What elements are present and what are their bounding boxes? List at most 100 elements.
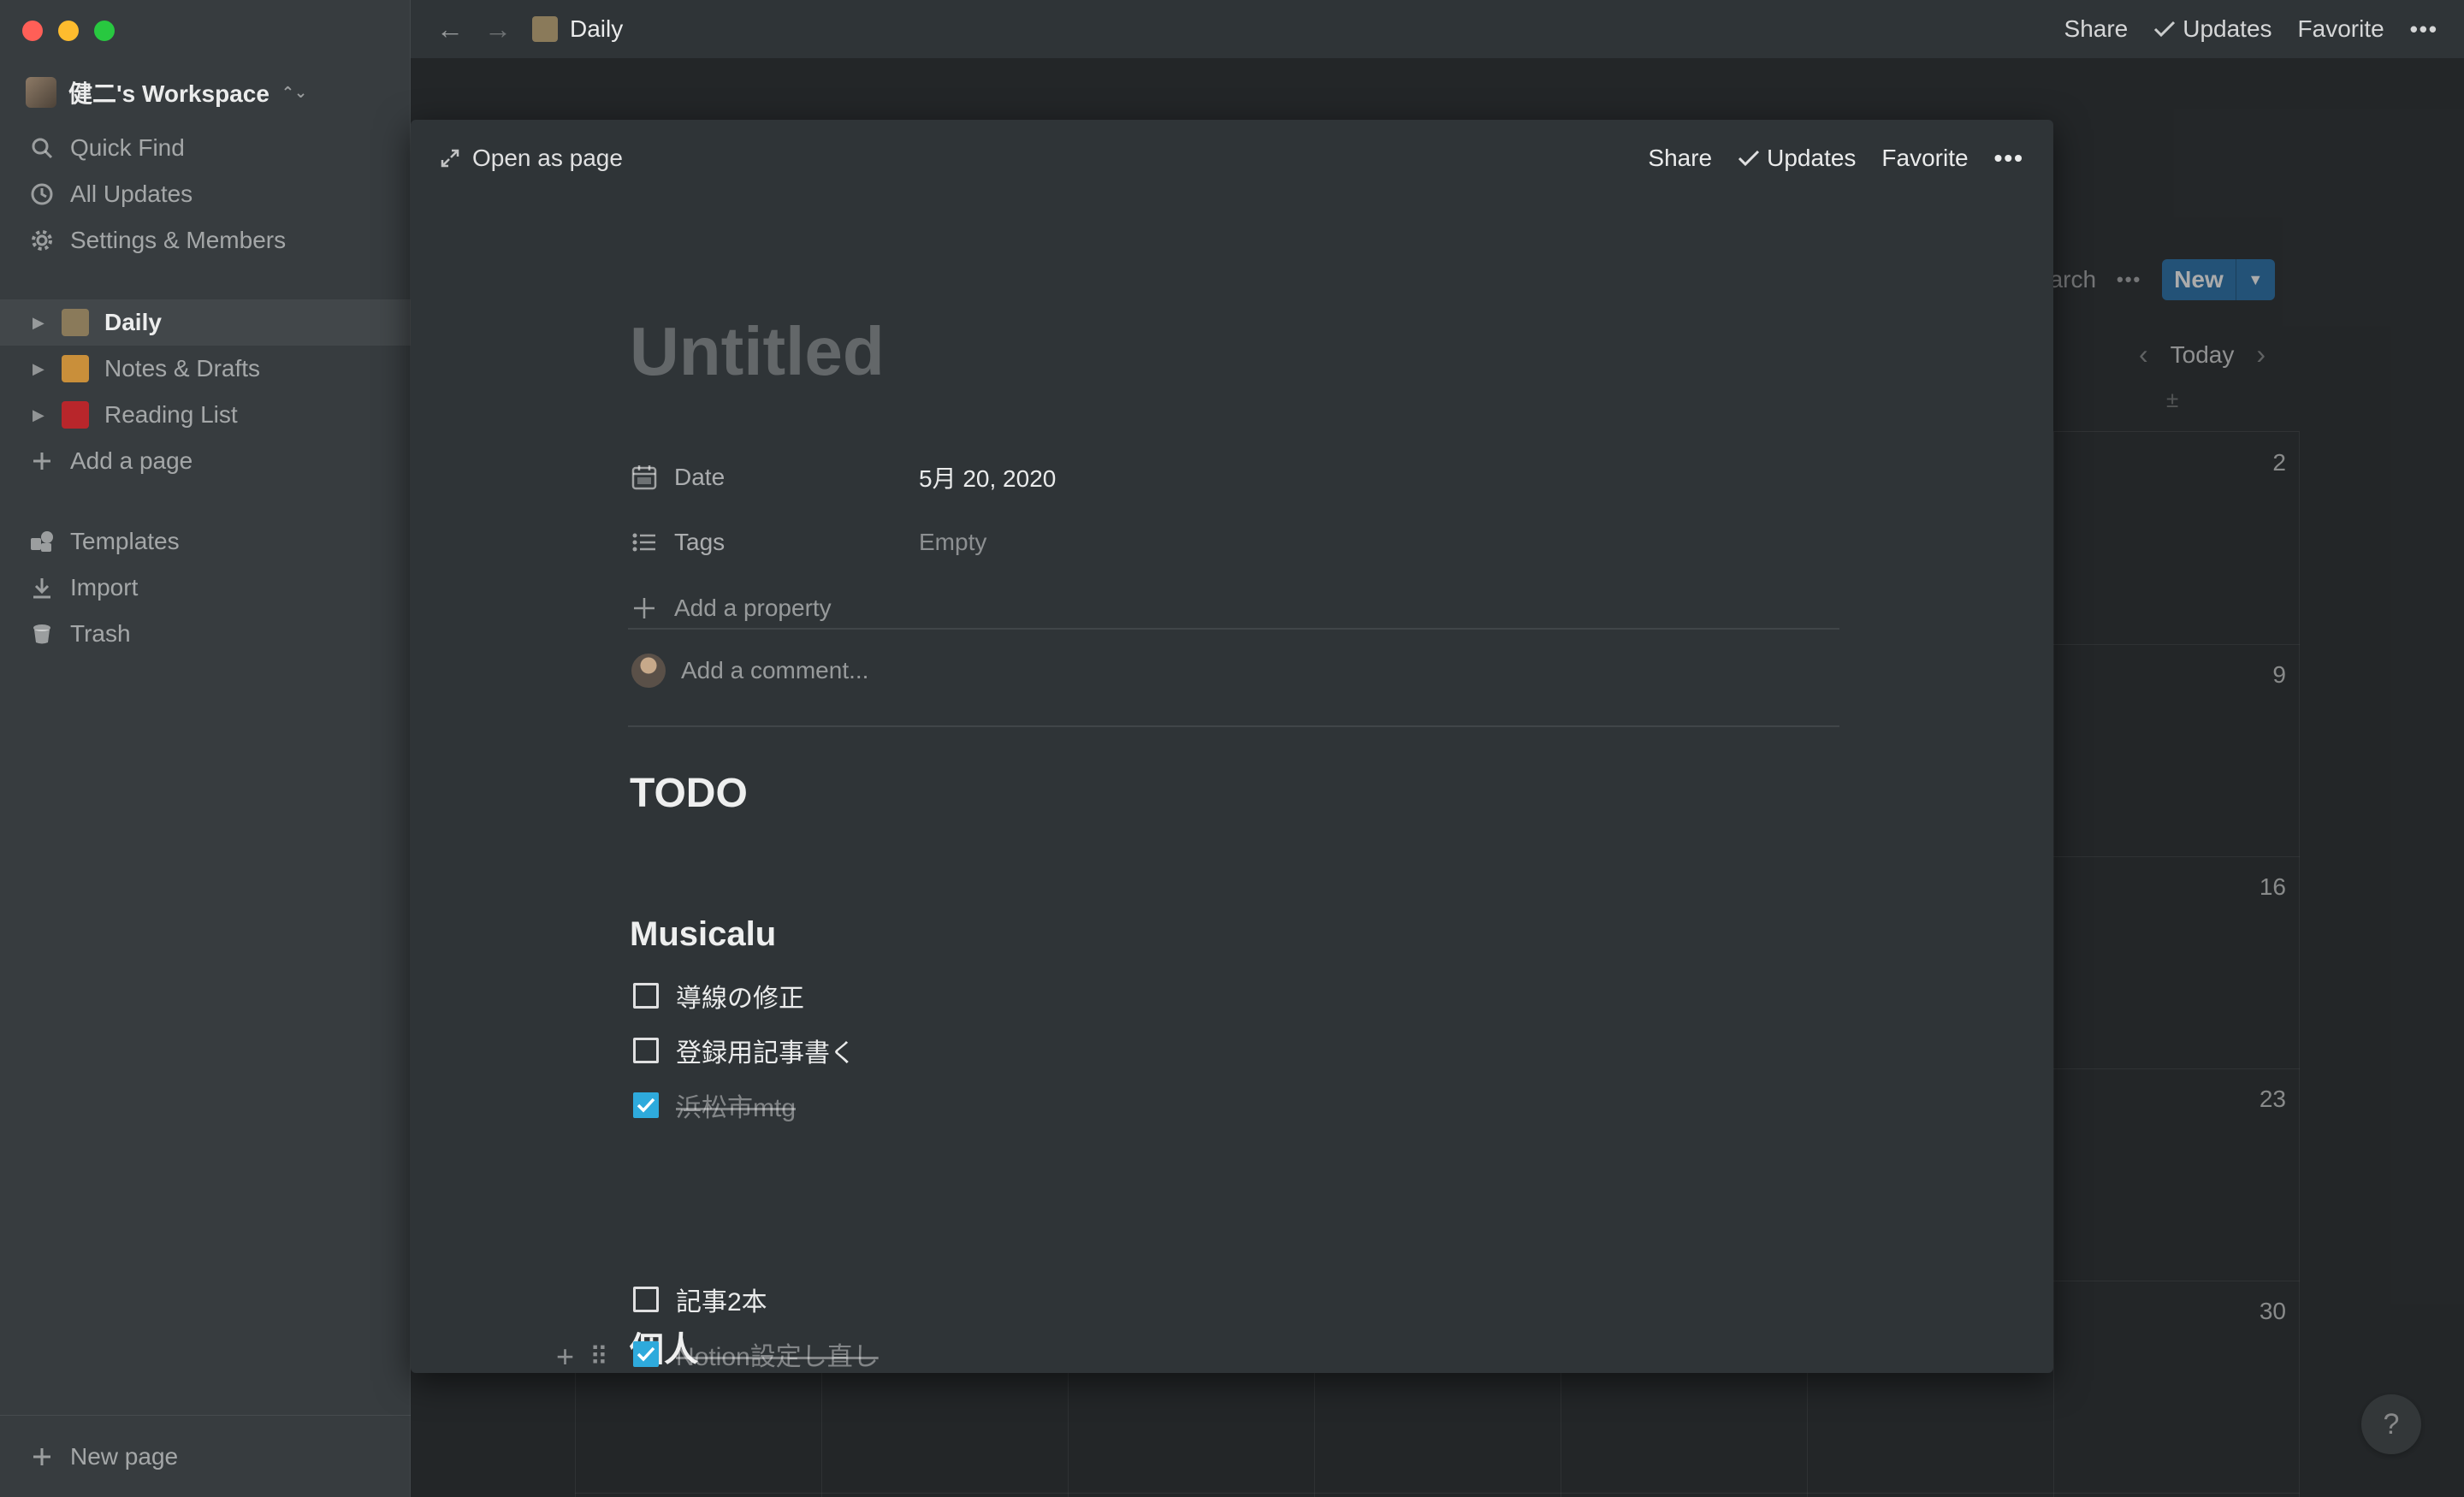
share-button[interactable]: Share bbox=[1648, 145, 1712, 172]
todo-text[interactable]: 導線の修正 bbox=[676, 977, 804, 1015]
favorite-button[interactable]: Favorite bbox=[1881, 145, 1968, 172]
sidebar-item-all-updates[interactable]: All Updates bbox=[0, 171, 411, 217]
page-title[interactable]: Untitled bbox=[630, 312, 885, 391]
history-nav: ← → bbox=[436, 14, 512, 45]
checkmark-icon bbox=[637, 1346, 655, 1362]
search-icon bbox=[27, 133, 56, 163]
checkbox[interactable] bbox=[633, 1341, 659, 1367]
add-property-label: Add a property bbox=[674, 595, 832, 621]
add-property: Add a property bbox=[630, 594, 832, 623]
heading-todo[interactable]: TODO bbox=[630, 770, 748, 817]
plus-icon bbox=[27, 1442, 56, 1471]
open-as-page-label: Open as page bbox=[472, 145, 623, 171]
sidebar-item-quick-find[interactable]: Quick Find bbox=[0, 125, 411, 171]
property-label: Date bbox=[674, 464, 726, 490]
plus-icon bbox=[634, 598, 654, 618]
breadcrumb-label: Daily bbox=[570, 15, 624, 42]
checkbox[interactable] bbox=[633, 983, 659, 1009]
plus-icon[interactable]: + bbox=[556, 1339, 574, 1373]
sidebar-top-items: Quick Find All Updates Settings & Member… bbox=[0, 125, 411, 263]
expand-triangle-icon[interactable]: ▶ bbox=[33, 360, 46, 378]
todo-text[interactable]: Notion設定し直し bbox=[676, 1335, 879, 1373]
expand-arrows-icon bbox=[441, 149, 459, 168]
divider bbox=[628, 628, 1839, 630]
favorite-button[interactable]: Favorite bbox=[2298, 15, 2384, 43]
drag-handle-icon[interactable]: ⠿ bbox=[589, 1342, 608, 1372]
add-page-label: Add a page bbox=[70, 447, 193, 474]
import-icon bbox=[27, 573, 56, 602]
property-value[interactable]: 5月 20, 2020 bbox=[919, 460, 1056, 494]
open-as-page-button[interactable]: Open as page bbox=[440, 145, 623, 172]
workspace-switcher[interactable]: 健二's Workspace ⌃⌄ bbox=[26, 75, 307, 109]
todo-text[interactable]: 記事2本 bbox=[676, 1281, 767, 1318]
sidebar-item-label: All Updates bbox=[70, 180, 193, 207]
page-peek-modal: Open as page Share Updates Favorite ••• … bbox=[411, 120, 2053, 1373]
more-options-icon[interactable]: ••• bbox=[1994, 145, 2024, 172]
expand-triangle-icon[interactable]: ▶ bbox=[33, 406, 46, 424]
sidebar-item-import[interactable]: Import bbox=[0, 565, 411, 611]
zoom-window-button[interactable] bbox=[94, 21, 115, 41]
sidebar-item-daily[interactable]: ▶ Daily bbox=[0, 299, 411, 346]
comment-placeholder: Add a comment... bbox=[681, 657, 869, 683]
sidebar-item-templates[interactable]: Templates bbox=[0, 518, 411, 565]
checkmark-icon bbox=[2154, 21, 2176, 38]
todo-item[interactable]: 記事2本 bbox=[633, 1278, 767, 1321]
todo-text[interactable]: 登録用記事書く bbox=[676, 1032, 856, 1069]
property-name: Tags bbox=[630, 528, 919, 557]
todo-item[interactable]: 浜松市mtg bbox=[633, 1084, 796, 1127]
calendar-icon bbox=[631, 465, 657, 490]
property-name: Date bbox=[630, 463, 919, 492]
divider bbox=[628, 725, 1839, 727]
sidebar-item-trash[interactable]: Trash bbox=[0, 611, 411, 657]
new-page-button[interactable]: New page bbox=[0, 1415, 411, 1497]
trash-icon bbox=[27, 619, 56, 648]
sidebar-item-label: Templates bbox=[70, 528, 180, 554]
checkbox[interactable] bbox=[633, 1038, 659, 1063]
property-date[interactable]: Date 5月 20, 2020 bbox=[630, 456, 1056, 499]
add-page-button[interactable]: Add a page bbox=[0, 438, 411, 484]
sidebar-item-notes-drafts[interactable]: ▶ Notes & Drafts bbox=[0, 346, 411, 392]
sidebar-item-label: Settings & Members bbox=[70, 227, 287, 253]
sidebar-item-reading-list[interactable]: ▶ Reading List bbox=[0, 392, 411, 438]
expand-triangle-icon[interactable]: ▶ bbox=[33, 314, 46, 332]
todo-text[interactable]: 浜松市mtg bbox=[676, 1086, 796, 1124]
todo-item[interactable]: Notion設定し直し bbox=[633, 1333, 879, 1373]
red-book-icon bbox=[62, 401, 89, 429]
property-tags[interactable]: Tags Empty bbox=[630, 521, 986, 564]
more-options-icon[interactable]: ••• bbox=[2410, 16, 2438, 43]
sidebar-item-label: Reading List bbox=[104, 401, 238, 428]
sidebar-bottom-items: Templates Import Trash bbox=[0, 518, 411, 657]
writing-hand-icon bbox=[62, 355, 89, 382]
memo-icon bbox=[532, 16, 558, 42]
sidebar-item-label: Trash bbox=[70, 620, 131, 647]
block-handle: + ⠿ bbox=[556, 1339, 608, 1373]
sidebar-item-label: Quick Find bbox=[70, 134, 185, 161]
breadcrumb[interactable]: Daily bbox=[532, 15, 623, 43]
list-icon bbox=[632, 533, 655, 552]
updates-button[interactable]: Updates bbox=[1738, 145, 1856, 172]
checkbox[interactable] bbox=[633, 1287, 659, 1312]
new-page-label: New page bbox=[70, 1442, 179, 1470]
comment-input[interactable]: Add a comment... bbox=[631, 654, 868, 688]
share-button[interactable]: Share bbox=[2064, 15, 2129, 43]
todo-item[interactable]: 導線の修正 bbox=[633, 974, 804, 1017]
gear-icon bbox=[27, 226, 56, 255]
close-window-button[interactable] bbox=[22, 21, 43, 41]
clock-icon bbox=[27, 180, 56, 209]
property-value[interactable]: Empty bbox=[919, 529, 986, 556]
property-label: Tags bbox=[674, 529, 726, 555]
add-property-button[interactable]: Add a property bbox=[630, 587, 832, 630]
memo-icon bbox=[62, 309, 89, 336]
forward-arrow-icon[interactable]: → bbox=[484, 14, 512, 45]
checkbox[interactable] bbox=[633, 1092, 659, 1118]
updates-label: Updates bbox=[2183, 15, 2272, 42]
todo-item[interactable]: 登録用記事書く bbox=[633, 1029, 856, 1072]
checkmark-icon bbox=[637, 1098, 655, 1113]
chevron-updown-icon: ⌃⌄ bbox=[281, 83, 308, 101]
minimize-window-button[interactable] bbox=[58, 21, 79, 41]
back-arrow-icon[interactable]: ← bbox=[436, 14, 464, 45]
window-controls bbox=[22, 21, 115, 41]
sidebar-item-settings[interactable]: Settings & Members bbox=[0, 217, 411, 263]
section-heading[interactable]: Musicalu bbox=[630, 915, 776, 954]
updates-button[interactable]: Updates bbox=[2153, 15, 2272, 43]
